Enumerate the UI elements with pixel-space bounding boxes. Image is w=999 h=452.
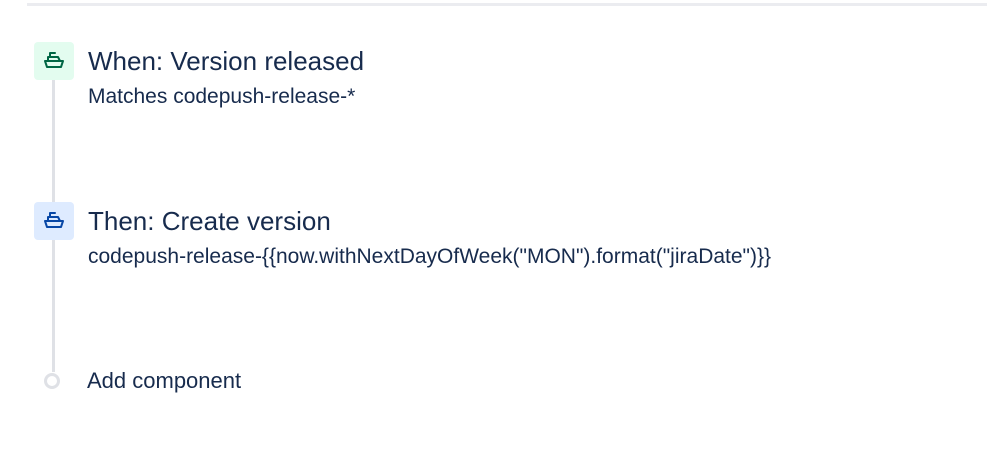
- ship-icon: [34, 42, 74, 80]
- trigger-title: When: Version released: [88, 46, 365, 76]
- ship-icon: [34, 202, 74, 240]
- top-divider: [27, 3, 987, 6]
- action-detail: codepush-release-{{now.withNextDayOfWeek…: [88, 245, 772, 268]
- add-component-button[interactable]: Add component: [44, 366, 241, 396]
- trigger-detail: Matches codepush-release-*: [88, 85, 356, 108]
- action-step[interactable]: Then: Create version codepush-release-{{…: [34, 202, 894, 282]
- trigger-step[interactable]: When: Version released Matches codepush-…: [34, 42, 454, 122]
- action-title: Then: Create version: [88, 206, 331, 236]
- add-component-circle-icon: [44, 373, 60, 389]
- add-component-label: Add component: [87, 368, 242, 393]
